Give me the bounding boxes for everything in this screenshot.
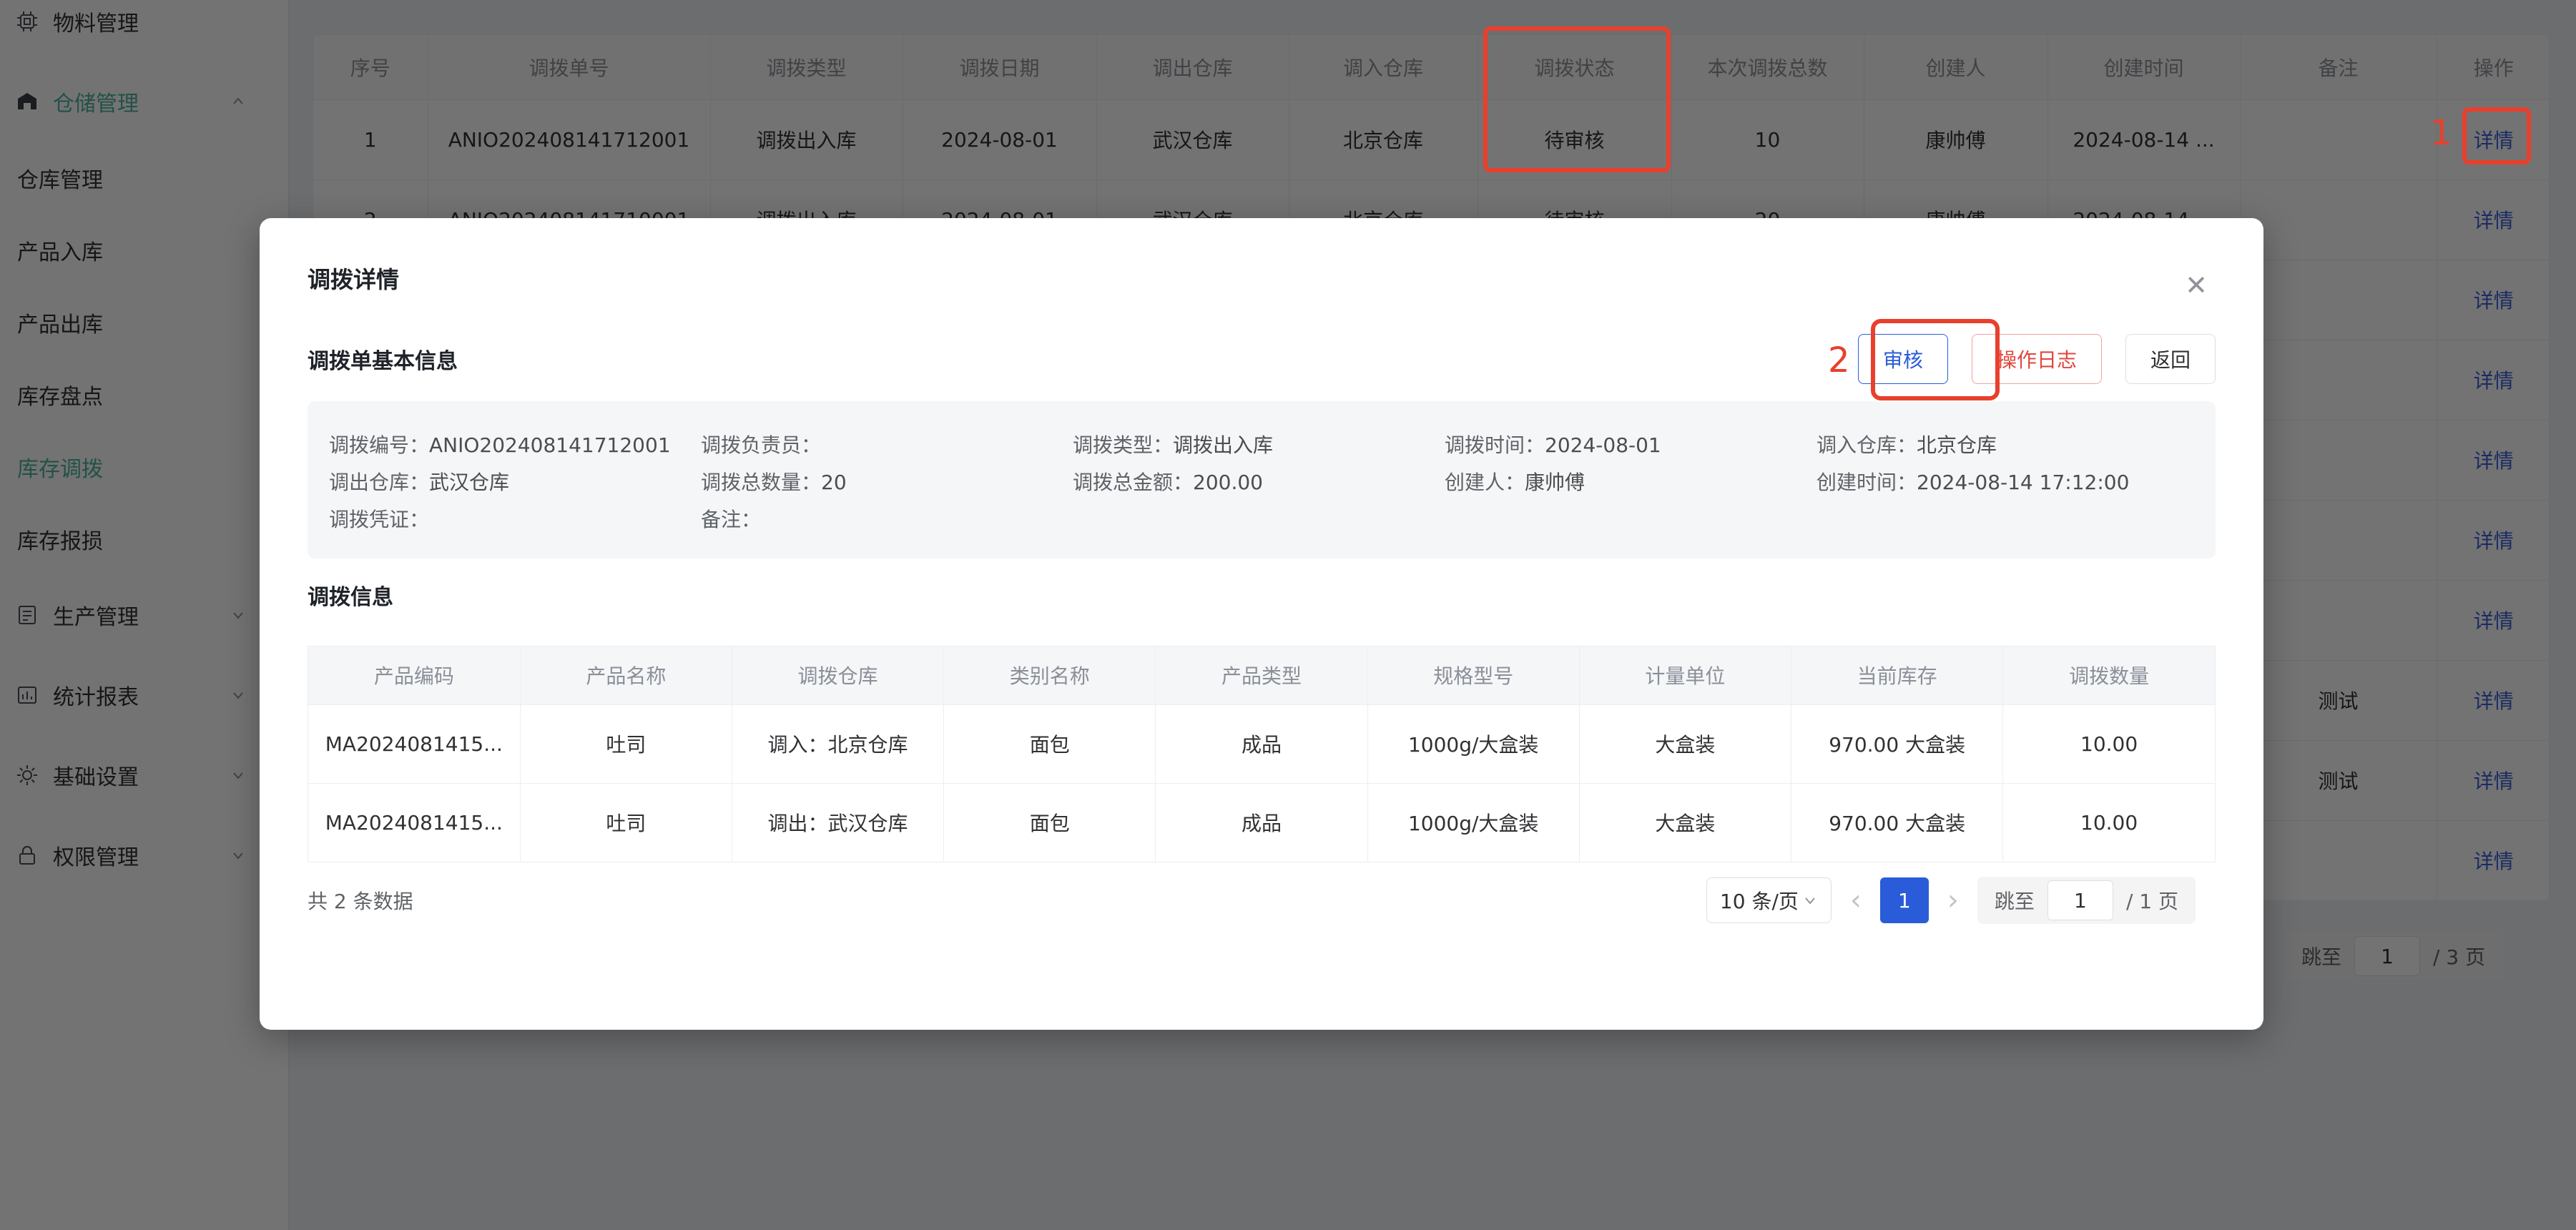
info-value: 2024-08-01 <box>1545 433 1661 457</box>
info-value: 20 <box>821 471 847 494</box>
info-label: 调拨总数量： <box>701 471 821 494</box>
column-header: 当前库存 <box>1791 646 2003 704</box>
info-label: 调拨凭证： <box>329 508 429 531</box>
table-cell: 大盒装 <box>1579 704 1791 783</box>
info-label: 创建时间： <box>1817 471 1917 494</box>
info-field: 调拨时间：2024-08-01 <box>1445 430 1817 458</box>
column-header: 规格型号 <box>1367 646 1579 704</box>
info-field: 创建时间：2024-08-14 17:12:00 <box>1817 467 2188 496</box>
table-cell: 调入：北京仓库 <box>732 704 943 783</box>
info-field: 调拨总数量：20 <box>701 467 1073 496</box>
info-value: 北京仓库 <box>1917 433 1997 457</box>
table-cell: 调出：武汉仓库 <box>732 783 943 862</box>
info-row: 调拨编号：ANIO202408141712001调拨负责员：调拨类型：调拨出入库… <box>329 425 2216 463</box>
column-header: 计量单位 <box>1579 646 1791 704</box>
info-field: 调拨类型：调拨出入库 <box>1073 430 1445 458</box>
table-cell: 面包 <box>944 704 1156 783</box>
table-cell: 10.00 <box>2003 704 2215 783</box>
total-pages-label: / 1 页 <box>2126 886 2178 915</box>
info-label: 调出仓库： <box>329 471 429 494</box>
info-field: 创建人：康帅傅 <box>1445 467 1817 496</box>
detail-section-title: 调拨信息 <box>308 583 2216 613</box>
info-field: 调拨负责员： <box>701 430 1073 458</box>
prev-page-icon[interactable]: ‹ <box>1850 879 1862 922</box>
table-row: MA2024081415...吐司调出：武汉仓库面包成品1000g/大盒装大盒装… <box>308 783 2215 862</box>
page-size-value: 10 条/页 <box>1720 886 1799 915</box>
info-row: 调拨凭证： 备注： <box>329 500 2216 537</box>
back-button[interactable]: 返回 <box>2125 334 2216 384</box>
info-label: 调拨类型： <box>1073 433 1173 457</box>
info-label: 调拨时间： <box>1445 433 1545 457</box>
info-value: 200.00 <box>1193 471 1263 494</box>
info-label: 调入仓库： <box>1817 433 1917 457</box>
column-header: 产品名称 <box>520 646 732 704</box>
table-cell: 大盒装 <box>1579 783 1791 862</box>
info-label: 创建人： <box>1445 471 1525 494</box>
table-cell: MA2024081415... <box>308 783 520 862</box>
table-cell: 1000g/大盒装 <box>1367 704 1579 783</box>
table-cell: 成品 <box>1156 783 1367 862</box>
page-size-select[interactable]: 10 条/页 <box>1706 877 1832 923</box>
table-cell: 成品 <box>1156 704 1367 783</box>
info-field: 调拨总金额：200.00 <box>1073 467 1445 496</box>
table-cell: 970.00 大盒装 <box>1791 783 2003 862</box>
table-cell: 1000g/大盒装 <box>1367 783 1579 862</box>
info-value: ANIO202408141712001 <box>429 433 671 457</box>
info-field: 调出仓库：武汉仓库 <box>329 467 701 496</box>
total-count-label: 共 2 条数据 <box>308 886 413 915</box>
transfer-detail-modal: 调拨详情 ✕ 调拨单基本信息 审核 操作日志 返回 调拨编号：ANIO20240… <box>260 218 2263 1030</box>
info-label: 调拨负责员： <box>701 433 821 457</box>
transfer-items-table: 产品编码产品名称调拨仓库类别名称产品类型规格型号计量单位当前库存调拨数量 MA2… <box>308 646 2216 862</box>
audit-button[interactable]: 审核 <box>1858 334 1948 384</box>
info-label: 调拨编号： <box>329 433 429 457</box>
modal-table-footer: 共 2 条数据 10 条/页 ‹ 1 › 跳至 / 1 页 <box>308 877 2216 924</box>
jump-page-input[interactable] <box>2047 880 2113 920</box>
info-field: 调拨编号：ANIO202408141712001 <box>329 430 701 458</box>
jump-label: 跳至 <box>1995 886 2035 915</box>
table-cell: 吐司 <box>520 783 732 862</box>
column-header: 产品编码 <box>308 646 520 704</box>
info-label: 调拨总金额： <box>1073 471 1193 494</box>
info-row: 调出仓库：武汉仓库调拨总数量：20调拨总金额：200.00创建人：康帅傅创建时间… <box>329 463 2216 500</box>
column-header: 调拨仓库 <box>732 646 943 704</box>
column-header: 调拨数量 <box>2003 646 2215 704</box>
info-field: 备注： <box>701 504 1073 533</box>
chevron-down-icon <box>1802 892 1818 908</box>
column-header: 类别名称 <box>944 646 1156 704</box>
column-header: 产品类型 <box>1156 646 1367 704</box>
next-page-icon[interactable]: › <box>1947 879 1959 922</box>
table-cell: 970.00 大盒装 <box>1791 704 2003 783</box>
info-field: 调拨凭证： <box>329 504 701 533</box>
basic-info-panel: 调拨编号：ANIO202408141712001调拨负责员：调拨类型：调拨出入库… <box>308 401 2216 559</box>
operation-log-button[interactable]: 操作日志 <box>1972 334 2102 384</box>
table-row: MA2024081415...吐司调入：北京仓库面包成品1000g/大盒装大盒装… <box>308 704 2215 783</box>
info-label: 备注： <box>701 508 761 531</box>
table-cell: 10.00 <box>2003 783 2215 862</box>
basic-info-section-title: 调拨单基本信息 <box>308 343 458 375</box>
table-cell: 面包 <box>944 783 1156 862</box>
info-value: 调拨出入库 <box>1173 433 1273 457</box>
modal-title: 调拨详情 <box>308 264 2216 295</box>
info-value: 武汉仓库 <box>429 471 509 494</box>
current-page-button[interactable]: 1 <box>1880 877 1929 923</box>
close-icon[interactable]: ✕ <box>2181 270 2212 301</box>
table-cell: 吐司 <box>520 704 732 783</box>
info-field: 调入仓库：北京仓库 <box>1817 430 2188 458</box>
table-cell: MA2024081415... <box>308 704 520 783</box>
info-value: 康帅傅 <box>1525 471 1585 494</box>
info-value: 2024-08-14 17:12:00 <box>1917 471 2129 494</box>
